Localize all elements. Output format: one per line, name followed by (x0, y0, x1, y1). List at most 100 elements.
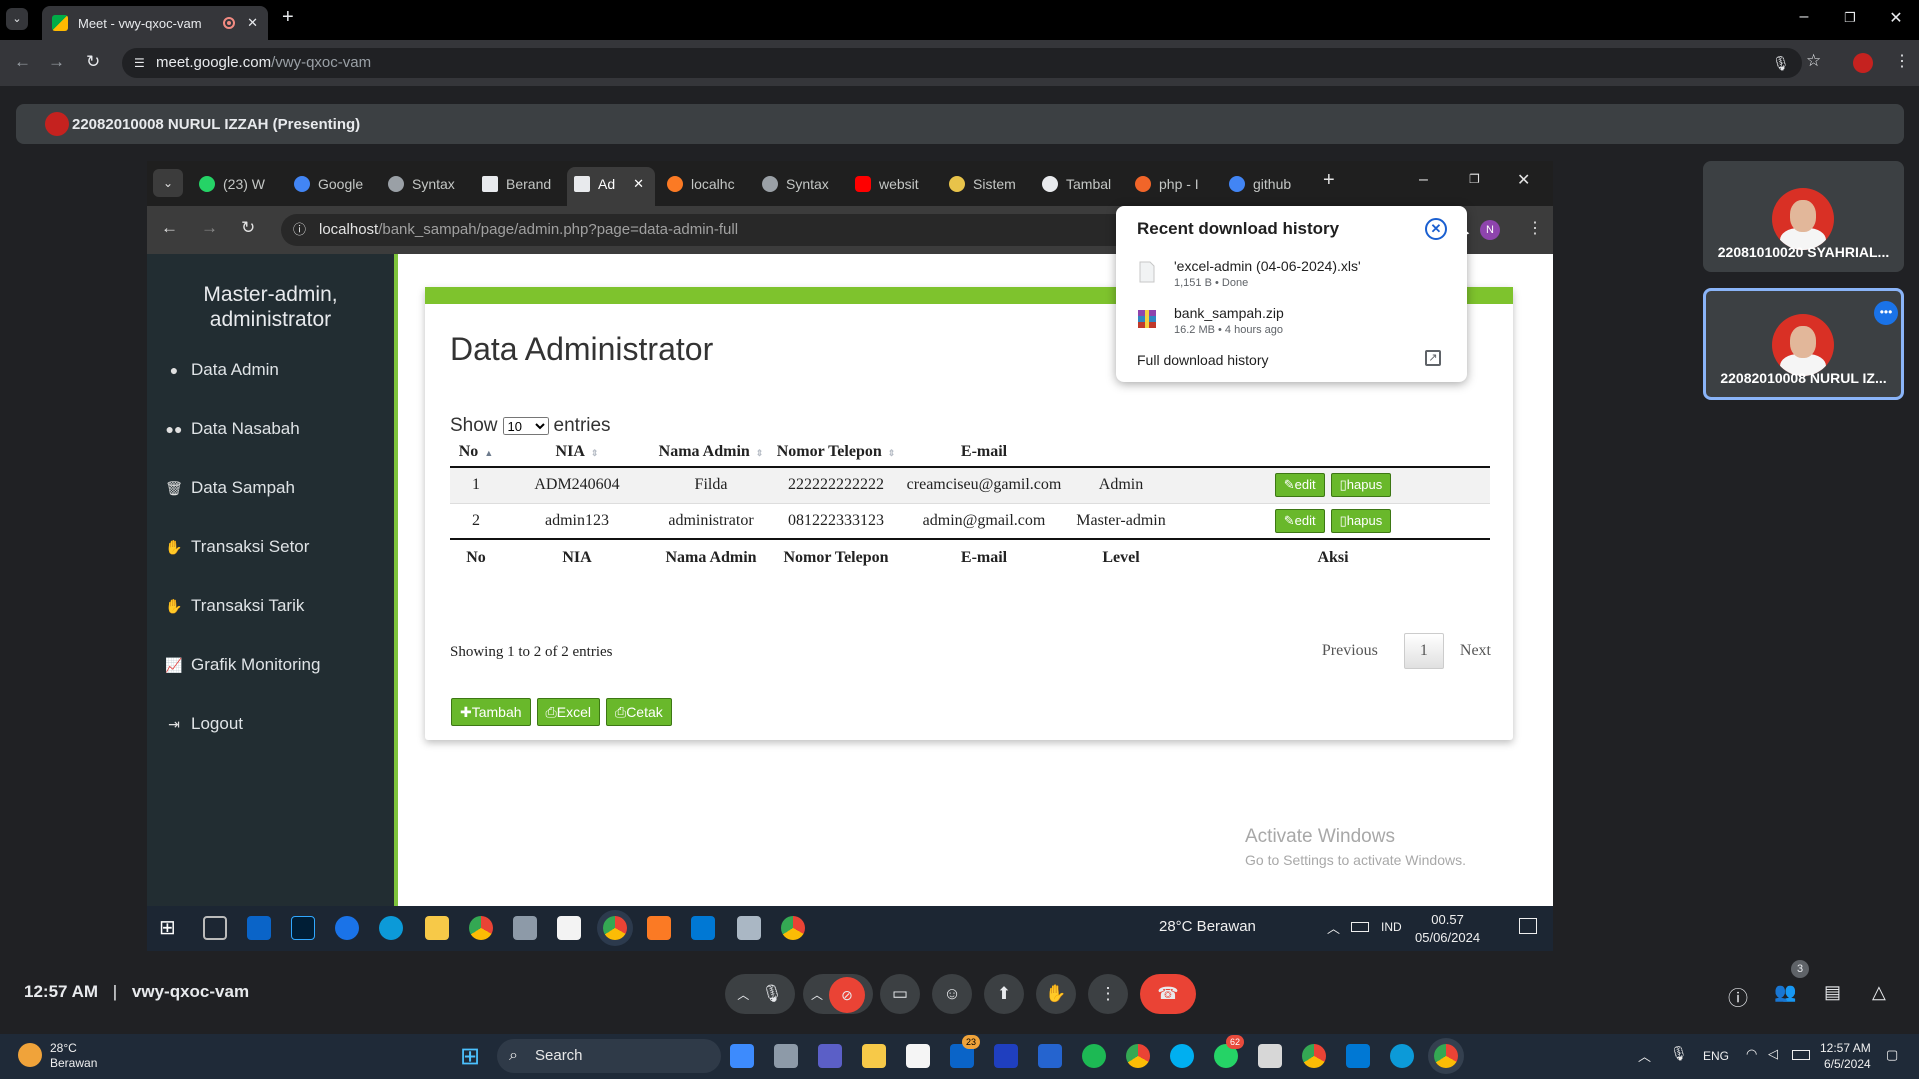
inner-tab[interactable]: websit (855, 171, 919, 197)
site-info-icon[interactable]: ☰ (134, 48, 145, 78)
inner-tab[interactable]: Syntax (762, 171, 829, 197)
notification-icon[interactable]: ▢ (1886, 1047, 1898, 1063)
activities-icon[interactable]: △ (1872, 982, 1886, 1003)
participant-tile[interactable]: 22081010020 SYAHRIAL... (1703, 161, 1904, 272)
notion-icon[interactable] (906, 1044, 930, 1068)
close-tab-icon[interactable]: ✕ (633, 176, 644, 192)
inner-forward-icon[interactable]: → (201, 218, 218, 238)
inner-tab[interactable]: Tambal (1042, 171, 1111, 197)
inner-back-icon[interactable]: ← (161, 218, 178, 238)
skype-icon[interactable] (1170, 1044, 1194, 1068)
taskbar-search[interactable]: ⌕ Search (497, 1039, 721, 1073)
inner-close-window-icon[interactable]: ✕ (1517, 170, 1530, 190)
present-button[interactable]: ⬆ (984, 974, 1024, 1014)
emoji-button[interactable]: ☺ (932, 974, 972, 1014)
page-1-button[interactable]: 1 (1403, 633, 1444, 669)
tab-search-button[interactable]: ⌄ (6, 8, 28, 30)
close-window-icon[interactable]: ✕ (1884, 8, 1908, 28)
settings-app-icon[interactable] (513, 916, 537, 940)
chat-icon[interactable]: ▤ (1824, 982, 1841, 1003)
chrome-alt-icon[interactable] (781, 916, 805, 940)
xampp-app-icon[interactable] (647, 916, 671, 940)
inner-reload-icon[interactable]: ↻ (241, 218, 255, 238)
column-header-no[interactable]: No ▲ (450, 437, 502, 468)
volume-icon[interactable]: ◁ (1768, 1046, 1778, 1062)
notes-app-icon[interactable] (737, 916, 761, 940)
column-header-email[interactable]: E-mail (902, 437, 1066, 468)
chrome-icon[interactable] (469, 916, 493, 940)
sidebar-item-transaksi-setor[interactable]: ✋ Transaksi Setor (165, 535, 309, 559)
app-store-icon[interactable] (335, 916, 359, 940)
chevron-up-icon[interactable]: ︿ (811, 988, 823, 1002)
next-button[interactable]: Next (1460, 642, 1491, 660)
leave-call-button[interactable]: ☎ (1140, 974, 1196, 1014)
download-item[interactable]: bank_sampah.zip 16.2 MB • 4 hours ago (1137, 305, 1437, 341)
file-explorer-icon[interactable] (425, 916, 449, 940)
tray-mic-icon[interactable]: 🎙 (1670, 1045, 1688, 1062)
inner-tab-active[interactable]: Ad ✕ (574, 171, 644, 197)
task-view-icon[interactable] (203, 916, 227, 940)
todo-icon[interactable] (1038, 1044, 1062, 1068)
column-header-nia[interactable]: NIA ⇕ (502, 437, 652, 468)
edge-icon[interactable] (379, 916, 403, 940)
inner-tab-search-button[interactable]: ⌄ (153, 169, 183, 197)
inner-address-bar[interactable]: ⓘ localhost/bank_sampah/page/admin.php?p… (281, 214, 1161, 246)
bookmark-star-icon[interactable]: ☆ (1806, 51, 1821, 71)
hapus-button[interactable]: ▯hapus (1330, 473, 1392, 498)
column-header-level[interactable] (1066, 437, 1176, 468)
chevron-up-icon[interactable]: ︿ (737, 988, 749, 1002)
meet-tab[interactable]: Meet - vwy-qxoc-vam ✕ (42, 6, 268, 40)
inner-tab[interactable]: github (1229, 171, 1291, 197)
edit-button[interactable]: ✎edit (1274, 508, 1325, 533)
edge-icon[interactable] (1390, 1044, 1414, 1068)
inner-restore-icon[interactable]: ❐ (1469, 172, 1480, 186)
forward-icon[interactable]: → (48, 52, 65, 72)
taskbar-language[interactable]: ENG (1703, 1049, 1729, 1063)
sidebar-item-data-admin[interactable]: ● Data Admin (165, 358, 279, 382)
battery-icon[interactable] (1792, 1050, 1810, 1060)
camera-off-icon[interactable]: ⊘ (829, 976, 865, 1013)
inner-tab[interactable]: Berand (482, 171, 551, 197)
new-tab-button[interactable]: + (282, 6, 294, 29)
camera-control[interactable]: ︿ ⊘ (803, 974, 873, 1014)
raise-hand-button[interactable]: ✋ (1036, 974, 1076, 1014)
wifi-icon[interactable]: ◠ (1746, 1046, 1757, 1062)
teams-icon[interactable] (818, 1044, 842, 1068)
chrome-active-icon[interactable] (1434, 1044, 1458, 1068)
participant-tile-active[interactable]: 22082010008 NURUL IZ... ••• (1703, 288, 1904, 400)
sidebar-item-transaksi-tarik[interactable]: ✋ Transaksi Tarik (165, 594, 304, 618)
app-l-icon[interactable] (994, 1044, 1018, 1068)
restore-icon[interactable]: ❐ (1838, 10, 1862, 26)
cetak-button[interactable]: ⎙Cetak (605, 698, 672, 726)
microphone-icon[interactable]: 🎙 (761, 984, 783, 1003)
more-options-button[interactable]: ⋮ (1088, 974, 1128, 1014)
sidebar-item-grafik-monitoring[interactable]: 📈 Grafik Monitoring (165, 653, 320, 677)
back-icon[interactable]: ← (14, 52, 31, 72)
photoshop-icon[interactable] (291, 916, 315, 940)
full-download-history-link[interactable]: Full download history (1137, 352, 1269, 368)
taskbar-clock[interactable]: 12:57 AM 6/5/2024 (1820, 1040, 1871, 1072)
inner-tab[interactable]: localhc (667, 171, 735, 197)
column-header-nomor-telepon[interactable]: Nomor Telepon ⇕ (770, 437, 902, 468)
download-item[interactable]: 'excel-admin (04-06-2024).xls' 1,151 B •… (1137, 258, 1437, 294)
captions-button[interactable]: ▭ (880, 974, 920, 1014)
tambah-button[interactable]: ✚Tambah (451, 698, 531, 726)
close-icon[interactable]: ✕ (1425, 218, 1447, 240)
sidebar-item-data-sampah[interactable]: 🗑 Data Sampah (165, 476, 295, 500)
mic-icon[interactable]: 🎙 (1772, 48, 1790, 78)
chrome-profile-icon[interactable] (603, 916, 627, 940)
tray-chevron-icon[interactable]: ︿ (1638, 1046, 1651, 1065)
inner-new-tab-button[interactable]: + (1323, 169, 1335, 192)
minimize-icon[interactable]: – (1792, 8, 1816, 26)
mic-control[interactable]: ︿ 🎙 (725, 974, 795, 1014)
inner-tab[interactable]: (23) W (199, 171, 265, 197)
weather-icon[interactable] (18, 1043, 42, 1067)
inner-tab[interactable]: php - I (1135, 171, 1199, 197)
chrome-profile-icon[interactable] (1302, 1044, 1326, 1068)
sidebar-item-data-nasabah[interactable]: ●● Data Nasabah (165, 417, 300, 441)
inner-tab[interactable]: Google (294, 171, 363, 197)
column-header-nama-admin[interactable]: Nama Admin ⇕ (652, 437, 770, 468)
menu-kebab-icon[interactable]: ⋮ (1894, 51, 1910, 71)
task-view-icon[interactable] (774, 1044, 798, 1068)
inner-tab[interactable]: Syntax (388, 171, 455, 197)
